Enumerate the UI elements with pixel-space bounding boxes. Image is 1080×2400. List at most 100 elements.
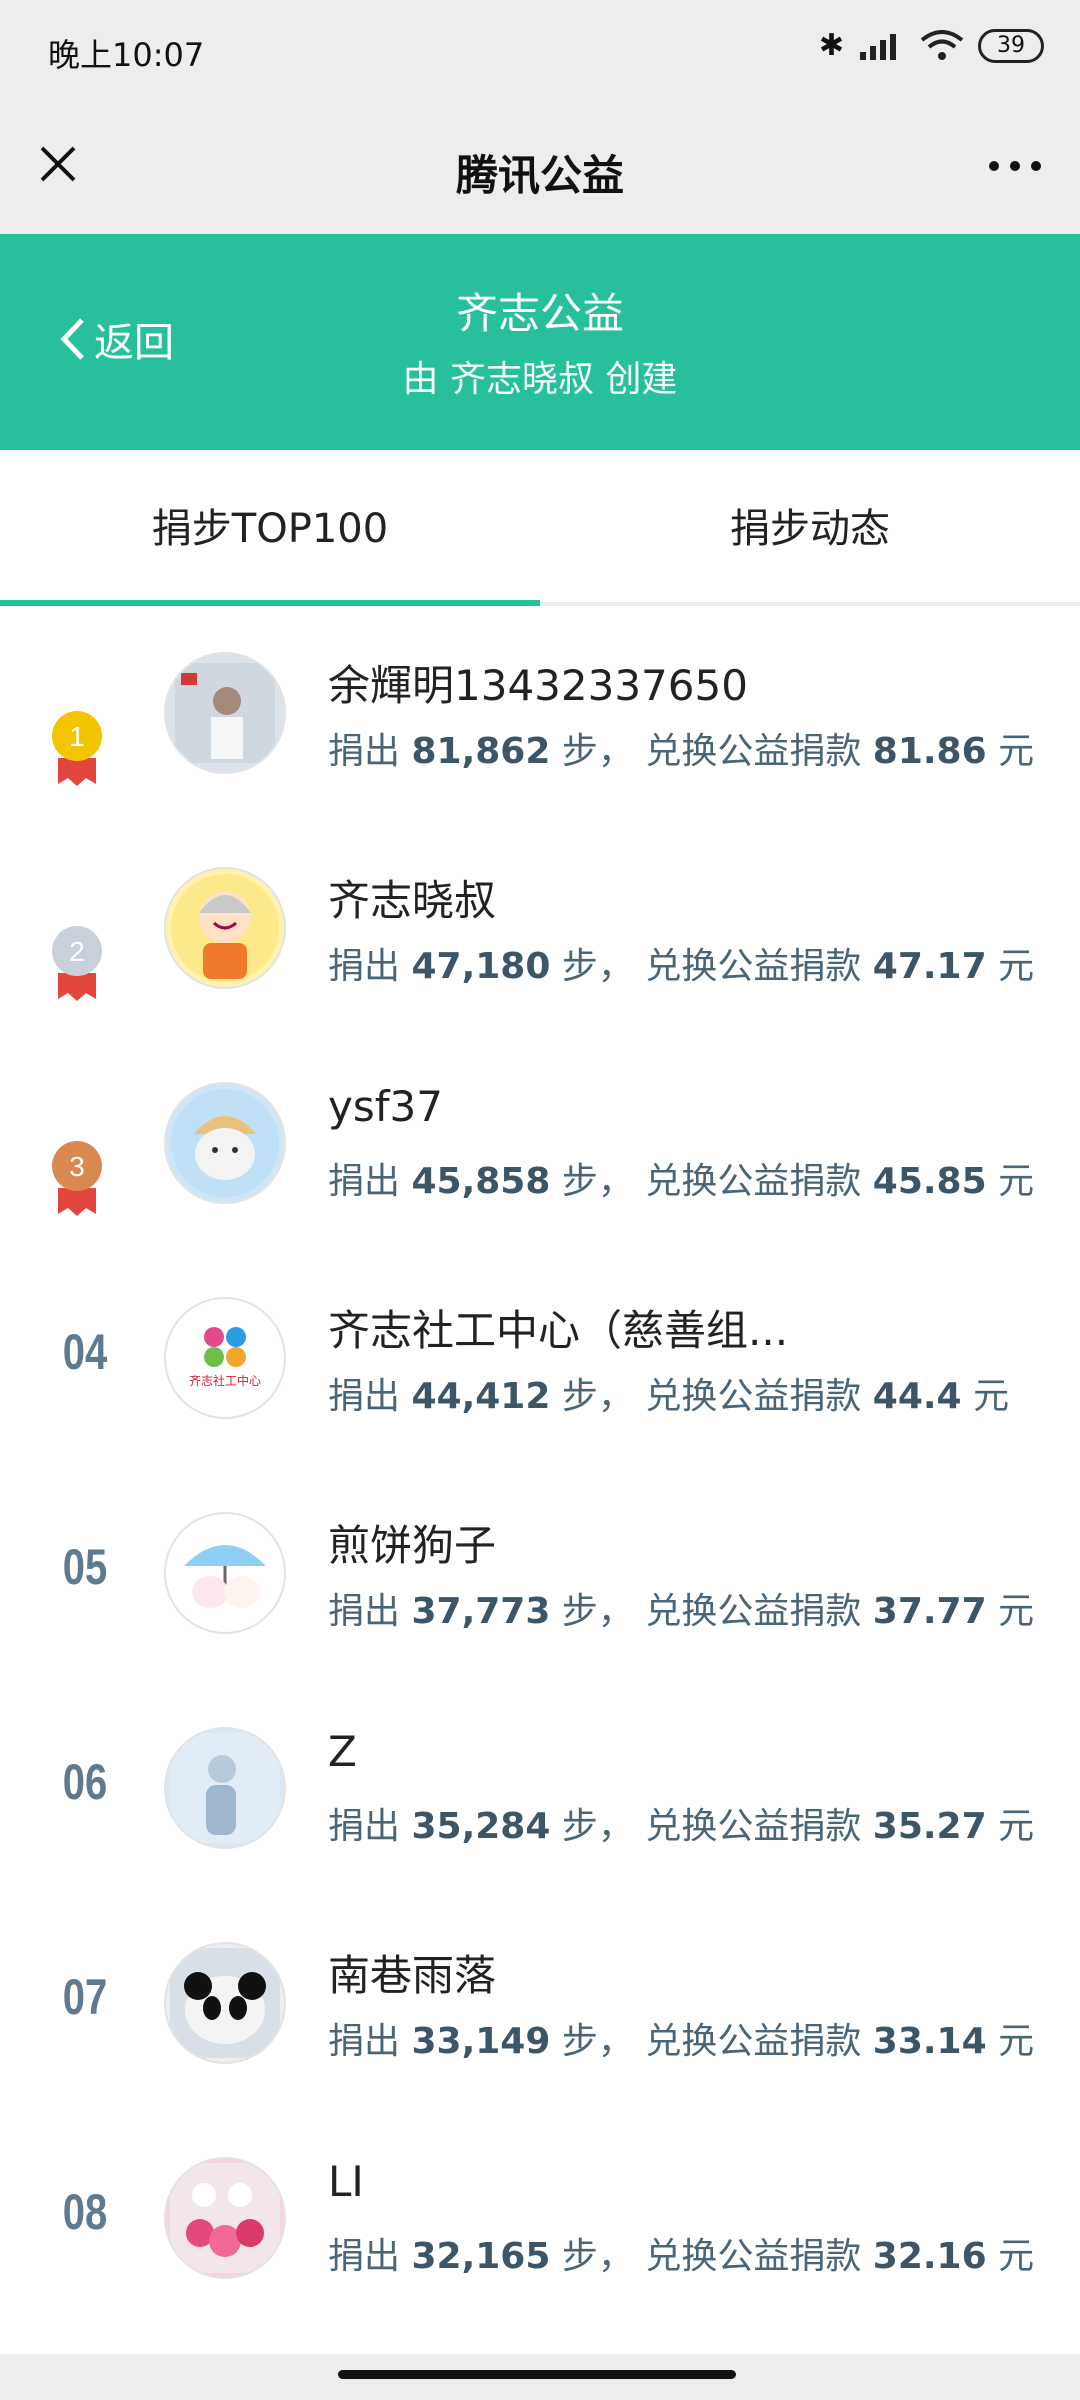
medal-rank: 1 — [69, 721, 85, 752]
avatar-photo-icon — [170, 1733, 280, 1843]
label-exchange: 兑换公益捐款 — [645, 731, 862, 772]
gold-medal-icon: 1 — [52, 711, 102, 786]
status-bar: 晚上10:07 ✱ 39 — [0, 0, 1080, 106]
label-exchange: 兑换公益捐款 — [645, 1591, 862, 1632]
label-currency: 元 — [973, 1376, 1010, 1417]
donation-amount: 32.16 — [872, 2236, 987, 2277]
ranking-row[interactable]: 3 ysf37 捐出 45,858 步， 兑换公益捐款 45.85 元 — [0, 1036, 1080, 1251]
label-steps-unit: 步， — [561, 1376, 634, 1417]
label-donated: 捐出 — [328, 1806, 401, 1847]
ranking-row[interactable]: 07 南巷雨落 捐出 33,149 步， 兑换公益捐款 33.14 元 — [0, 1896, 1080, 2111]
home-indicator[interactable] — [338, 2370, 736, 2379]
label-exchange: 兑换公益捐款 — [645, 2236, 862, 2277]
donation-amount: 37.77 — [872, 1591, 987, 1632]
avatar[interactable] — [164, 2157, 286, 2279]
label-exchange: 兑换公益捐款 — [645, 1161, 862, 1202]
donor-name: LI — [328, 2157, 364, 2206]
battery-level: 39 — [997, 33, 1025, 58]
donor-name: 齐志社工中心（慈善组... — [328, 1306, 789, 1355]
label-donated: 捐出 — [328, 1161, 401, 1202]
step-count: 47,180 — [411, 946, 551, 987]
avatar[interactable] — [164, 1082, 286, 1204]
medal-rank: 3 — [69, 1151, 85, 1182]
donor-name: 南巷雨落 — [328, 1951, 497, 2000]
system-home-bar — [0, 2354, 1080, 2400]
cartoon-avatar-icon — [171, 874, 279, 982]
donation-amount: 47.17 — [872, 946, 987, 987]
donation-detail: 捐出 81,862 步， 兑换公益捐款 81.86 元 — [328, 722, 1034, 774]
donation-amount: 44.4 — [872, 1376, 962, 1417]
silver-medal-icon: 2 — [52, 926, 102, 1001]
label-exchange: 兑换公益捐款 — [645, 946, 862, 987]
org-header: 返回 齐志公益 由 齐志晓叔 创建 — [0, 234, 1080, 450]
ranking-row[interactable]: 06 Z 捐出 35,284 步， 兑换公益捐款 35.27 元 — [0, 1681, 1080, 1896]
page-title: 腾讯公益 — [455, 151, 624, 200]
more-icon[interactable] — [980, 136, 1050, 196]
ranking-row[interactable]: 08 LI 捐出 32,165 步， 兑换公益捐款 32.16 元 — [0, 2111, 1080, 2326]
bronze-medal-icon: 3 — [52, 1141, 102, 1216]
org-name: 齐志公益 — [455, 289, 624, 338]
donation-amount: 81.86 — [872, 731, 987, 772]
donation-amount: 45.85 — [872, 1161, 987, 1202]
label-currency: 元 — [998, 731, 1035, 772]
label-currency: 元 — [998, 946, 1035, 987]
donor-name: 煎饼狗子 — [328, 1521, 497, 1570]
label-exchange: 兑换公益捐款 — [645, 1806, 862, 1847]
tab-top100[interactable]: 捐步TOP100 — [0, 450, 540, 600]
label-donated: 捐出 — [328, 946, 401, 987]
label-currency: 元 — [998, 1806, 1035, 1847]
panda-avatar-icon — [170, 1948, 280, 2058]
rank-number: 06 — [62, 1754, 108, 1810]
label-steps-unit: 步， — [561, 2021, 634, 2062]
label-currency: 元 — [998, 2236, 1035, 2277]
cartoon-avatar-icon — [171, 1089, 279, 1197]
donor-name: ysf37 — [328, 1082, 443, 1131]
ranking-row[interactable]: 04 齐志社工中心 齐志社工中心（慈善组... 捐出 44,412 步， 兑换公… — [0, 1251, 1080, 1466]
donation-detail: 捐出 44,412 步， 兑换公益捐款 44.4 元 — [328, 1367, 1009, 1419]
donation-amount: 35.27 — [872, 1806, 987, 1847]
label-steps-unit: 步， — [561, 1161, 634, 1202]
step-count: 45,858 — [411, 1161, 551, 1202]
donation-detail: 捐出 45,858 步， 兑换公益捐款 45.85 元 — [328, 1152, 1034, 1204]
step-count: 37,773 — [411, 1591, 551, 1632]
bluetooth-icon: ✱ — [818, 28, 844, 63]
avatar[interactable]: 齐志社工中心 — [164, 1297, 286, 1419]
avatar[interactable] — [164, 652, 286, 774]
ranking-row[interactable]: 1 余輝明13432337650 捐出 81,862 步， 兑换公益捐款 81.… — [0, 606, 1080, 821]
flower-avatar-icon — [170, 2163, 280, 2273]
label-steps-unit: 步， — [561, 731, 634, 772]
donor-name: Z — [328, 1727, 357, 1776]
step-count: 32,165 — [411, 2236, 551, 2277]
step-count: 33,149 — [411, 2021, 551, 2062]
label-steps-unit: 步， — [561, 1591, 634, 1632]
avatar[interactable] — [164, 1942, 286, 2064]
donation-detail: 捐出 32,165 步， 兑换公益捐款 32.16 元 — [328, 2227, 1034, 2279]
label-donated: 捐出 — [328, 2021, 401, 2062]
avatar[interactable] — [164, 1727, 286, 1849]
org-logo-text: 齐志社工中心 — [189, 1373, 261, 1388]
label-currency: 元 — [998, 1591, 1035, 1632]
ranking-row[interactable]: 2 齐志晓叔 捐出 47,180 步， 兑换公益捐款 47.17 元 — [0, 821, 1080, 1036]
ranking-list: 1 余輝明13432337650 捐出 81,862 步， 兑换公益捐款 81.… — [0, 606, 1080, 2326]
mini-program-title-bar: 腾讯公益 — [0, 106, 1080, 234]
cartoon-avatar-icon — [184, 1545, 266, 1608]
tab-activity[interactable]: 捐步动态 — [540, 450, 1080, 600]
label-steps-unit: 步， — [561, 2236, 634, 2277]
step-count: 81,862 — [411, 731, 551, 772]
label-steps-unit: 步， — [561, 946, 634, 987]
label-currency: 元 — [998, 2021, 1035, 2062]
ranking-row[interactable]: 05 煎饼狗子 捐出 37,773 步， 兑换公益捐款 37.77 元 — [0, 1466, 1080, 1681]
status-icons: ✱ 39 — [819, 28, 1044, 63]
org-logo-icon: 齐志社工中心 — [189, 1327, 261, 1388]
rank-number: 08 — [62, 2184, 108, 2240]
signal-icon — [860, 33, 896, 60]
creator-text: 由 齐志晓叔 创建 — [402, 359, 678, 400]
donation-amount: 33.14 — [872, 2021, 987, 2062]
avatar-photo-icon — [175, 663, 275, 763]
status-time: 晚上10:07 — [48, 36, 205, 74]
avatar[interactable] — [164, 1512, 286, 1634]
medal-rank: 2 — [69, 936, 85, 967]
tab-bar: 捐步TOP100 捐步动态 — [0, 450, 1080, 606]
avatar[interactable] — [164, 867, 286, 989]
label-exchange: 兑换公益捐款 — [645, 1376, 862, 1417]
